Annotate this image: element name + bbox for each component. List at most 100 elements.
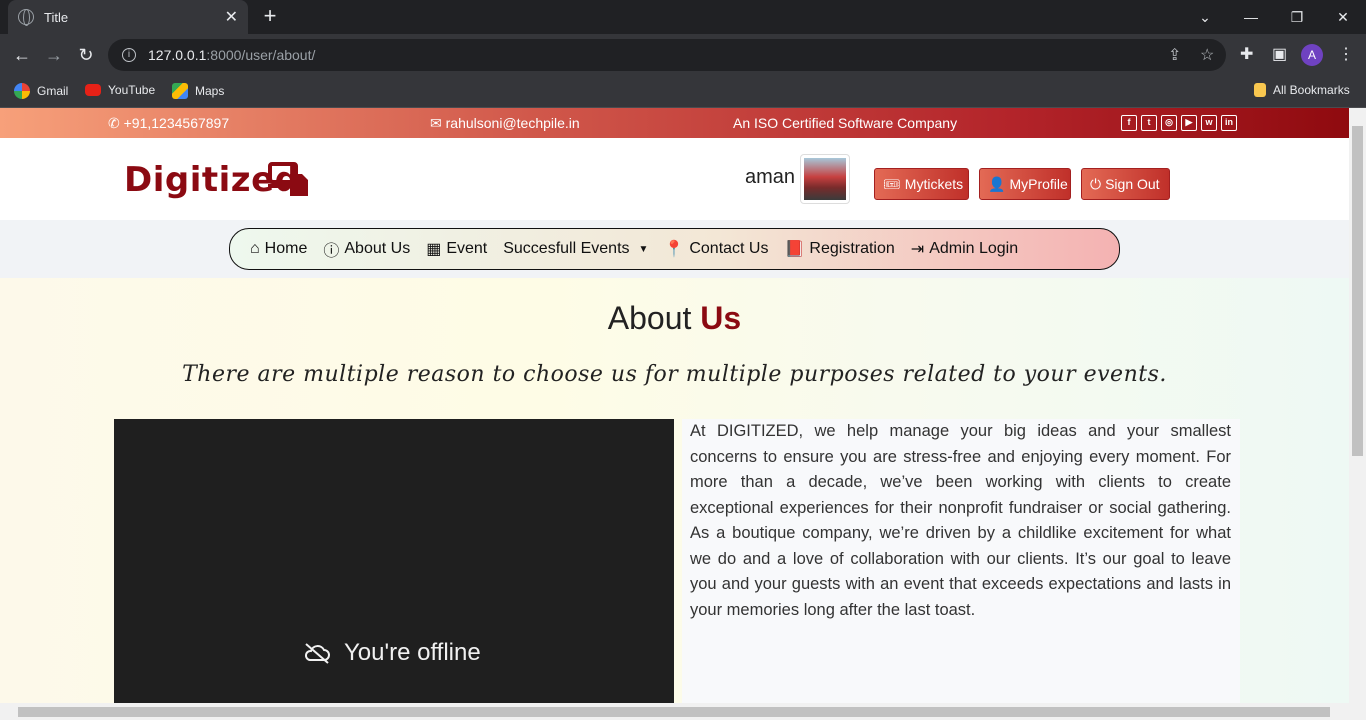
title-accent: Us [700, 300, 742, 336]
about-text-box: At DIGITIZED, we help manage your big id… [682, 419, 1240, 703]
nav-admin-label: Admin Login [929, 240, 1019, 257]
calendar-icon: ▦ [426, 241, 442, 258]
home-icon: ⌂ [250, 240, 260, 257]
all-bookmarks-label: All Bookmarks [1273, 83, 1350, 97]
window-close-button[interactable]: ✕ [1320, 0, 1366, 34]
page-title: About Us [0, 300, 1349, 337]
nav-event[interactable]: ▦ Event [426, 239, 487, 259]
nav-successful-events[interactable]: Succesfull Events ▼ [503, 240, 648, 258]
bookmark-maps[interactable]: Maps [172, 83, 224, 99]
close-tab-icon[interactable]: ✕ [225, 7, 238, 27]
browser-toolbar: ← → ↻ i 127.0.0.1:8000/user/about/ ⇪ ☆ ✚… [0, 34, 1366, 76]
instagram-icon[interactable]: ◎ [1161, 115, 1177, 131]
page-viewport: ✆ +91,1234567897 ✉ rahulsoni@techpile.in… [0, 108, 1349, 703]
myprofile-button[interactable]: 👤 MyProfile [979, 168, 1071, 200]
vertical-scrollbar[interactable] [1349, 108, 1366, 703]
youtube-icon[interactable]: ▶ [1181, 115, 1197, 131]
nav-home-label: Home [264, 240, 308, 257]
main-nav-wrapper: ⌂ Home ⓘ About Us ▦ Event Succesfull Eve… [0, 220, 1349, 278]
devices-icon [268, 162, 308, 196]
whatsapp-icon[interactable]: w [1201, 115, 1217, 131]
nav-successful-label: Succesfull Events [503, 240, 630, 257]
tab-search-icon[interactable]: ⌄ [1182, 0, 1228, 34]
address-bar[interactable]: i 127.0.0.1:8000/user/about/ ⇪ ☆ [108, 39, 1226, 71]
globe-icon [18, 9, 34, 26]
nav-about[interactable]: ⓘ About Us [323, 237, 410, 261]
book-icon: 📕 [784, 241, 805, 258]
site-header: Digitized aman 🎟 Mytickets 👤 MyProfile ⏻… [0, 138, 1349, 220]
phone-number: +91,1234567897 [123, 115, 230, 131]
linkedin-icon[interactable]: in [1221, 115, 1237, 131]
power-icon: ⏻ [1090, 175, 1102, 192]
horizontal-scrollbar[interactable] [0, 703, 1366, 720]
bookmark-gmail[interactable]: Gmail [14, 83, 68, 99]
restore-button[interactable]: ❐ [1274, 0, 1320, 34]
user-avatar[interactable] [800, 154, 850, 204]
bookmarks-bar: Gmail YouTube Maps All Bookmarks [0, 76, 1366, 108]
extensions-icon[interactable]: ✚ [1240, 44, 1253, 64]
email-info: ✉ rahulsoni@techpile.in [430, 115, 580, 132]
sign-in-icon: ⇥ [910, 241, 925, 258]
bookmark-label: YouTube [108, 83, 156, 97]
caret-down-icon: ▼ [638, 243, 649, 255]
google-icon [14, 83, 30, 99]
nav-admin-login[interactable]: ⇥ Admin Login [911, 239, 1018, 259]
new-tab-button[interactable]: + [258, 4, 282, 28]
profile-avatar[interactable]: A [1301, 44, 1323, 66]
share-icon[interactable]: ⇪ [1168, 45, 1181, 65]
social-links: f t ◎ ▶ w in [1121, 115, 1237, 131]
nav-registration[interactable]: 📕 Registration [784, 239, 894, 259]
tab-title: Title [44, 9, 69, 25]
site-info-icon[interactable]: i [122, 48, 136, 62]
reload-icon[interactable]: ↻ [74, 43, 98, 67]
company-tagline: An ISO Certified Software Company [733, 115, 958, 131]
mytickets-button[interactable]: 🎟 Mytickets [874, 168, 969, 200]
side-panel-icon[interactable]: ▣ [1272, 44, 1287, 64]
twitter-icon[interactable]: t [1141, 115, 1157, 131]
about-section: About Us There are multiple reason to ch… [0, 278, 1349, 703]
nav-contact[interactable]: 📍 Contact Us [664, 239, 768, 259]
main-nav: ⌂ Home ⓘ About Us ▦ Event Succesfull Eve… [229, 228, 1120, 270]
back-icon[interactable]: ← [10, 43, 34, 67]
maps-icon [172, 83, 188, 99]
nav-contact-label: Contact Us [689, 240, 769, 257]
contact-topbar: ✆ +91,1234567897 ✉ rahulsoni@techpile.in… [0, 108, 1349, 138]
nav-about-label: About Us [344, 240, 411, 257]
signout-button[interactable]: ⏻ Sign Out [1081, 168, 1170, 200]
section-tagline: There are multiple reason to choose us f… [182, 362, 1167, 387]
username: aman [745, 166, 796, 188]
menu-icon[interactable]: ⋮ [1338, 44, 1354, 64]
phone-info: ✆ +91,1234567897 [108, 115, 229, 132]
map-marker-icon: 📍 [664, 241, 685, 258]
info-icon: ⓘ [323, 243, 340, 260]
about-paragraph: At DIGITIZED, we help manage your big id… [690, 422, 1231, 619]
folder-icon [1254, 83, 1266, 97]
forward-icon[interactable]: → [42, 43, 66, 67]
myprofile-label: MyProfile [1009, 176, 1068, 192]
envelope-icon: ✉ [430, 115, 442, 131]
facebook-icon[interactable]: f [1121, 115, 1137, 131]
all-bookmarks[interactable]: All Bookmarks [1254, 83, 1350, 97]
embedded-video[interactable]: You're offline [114, 419, 674, 703]
bookmark-label: Maps [195, 84, 225, 98]
url-host: 127.0.0.1 [148, 47, 207, 63]
user-icon: 👤 [988, 175, 1006, 192]
ticket-icon: 🎟 [883, 175, 901, 192]
minimize-button[interactable]: — [1228, 0, 1274, 34]
cloud-off-icon [304, 643, 330, 664]
url-path: :8000/user/about/ [206, 47, 316, 63]
bookmark-youtube[interactable]: YouTube [85, 83, 155, 97]
offline-text: You're offline [344, 639, 481, 666]
bookmark-star-icon[interactable]: ☆ [1200, 45, 1214, 65]
mytickets-label: Mytickets [904, 176, 964, 192]
signout-label: Sign Out [1105, 176, 1160, 192]
title-plain: About [607, 300, 692, 336]
phone-icon: ✆ [108, 115, 120, 131]
nav-registration-label: Registration [809, 240, 895, 257]
browser-tab[interactable]: Title ✕ [8, 0, 248, 34]
tab-strip: Title ✕ + ⌄ — ❐ ✕ [0, 0, 1366, 34]
email-address: rahulsoni@techpile.in [445, 115, 580, 131]
nav-home[interactable]: ⌂ Home [250, 240, 307, 258]
nav-event-label: Event [446, 240, 488, 257]
bookmark-label: Gmail [37, 84, 69, 98]
